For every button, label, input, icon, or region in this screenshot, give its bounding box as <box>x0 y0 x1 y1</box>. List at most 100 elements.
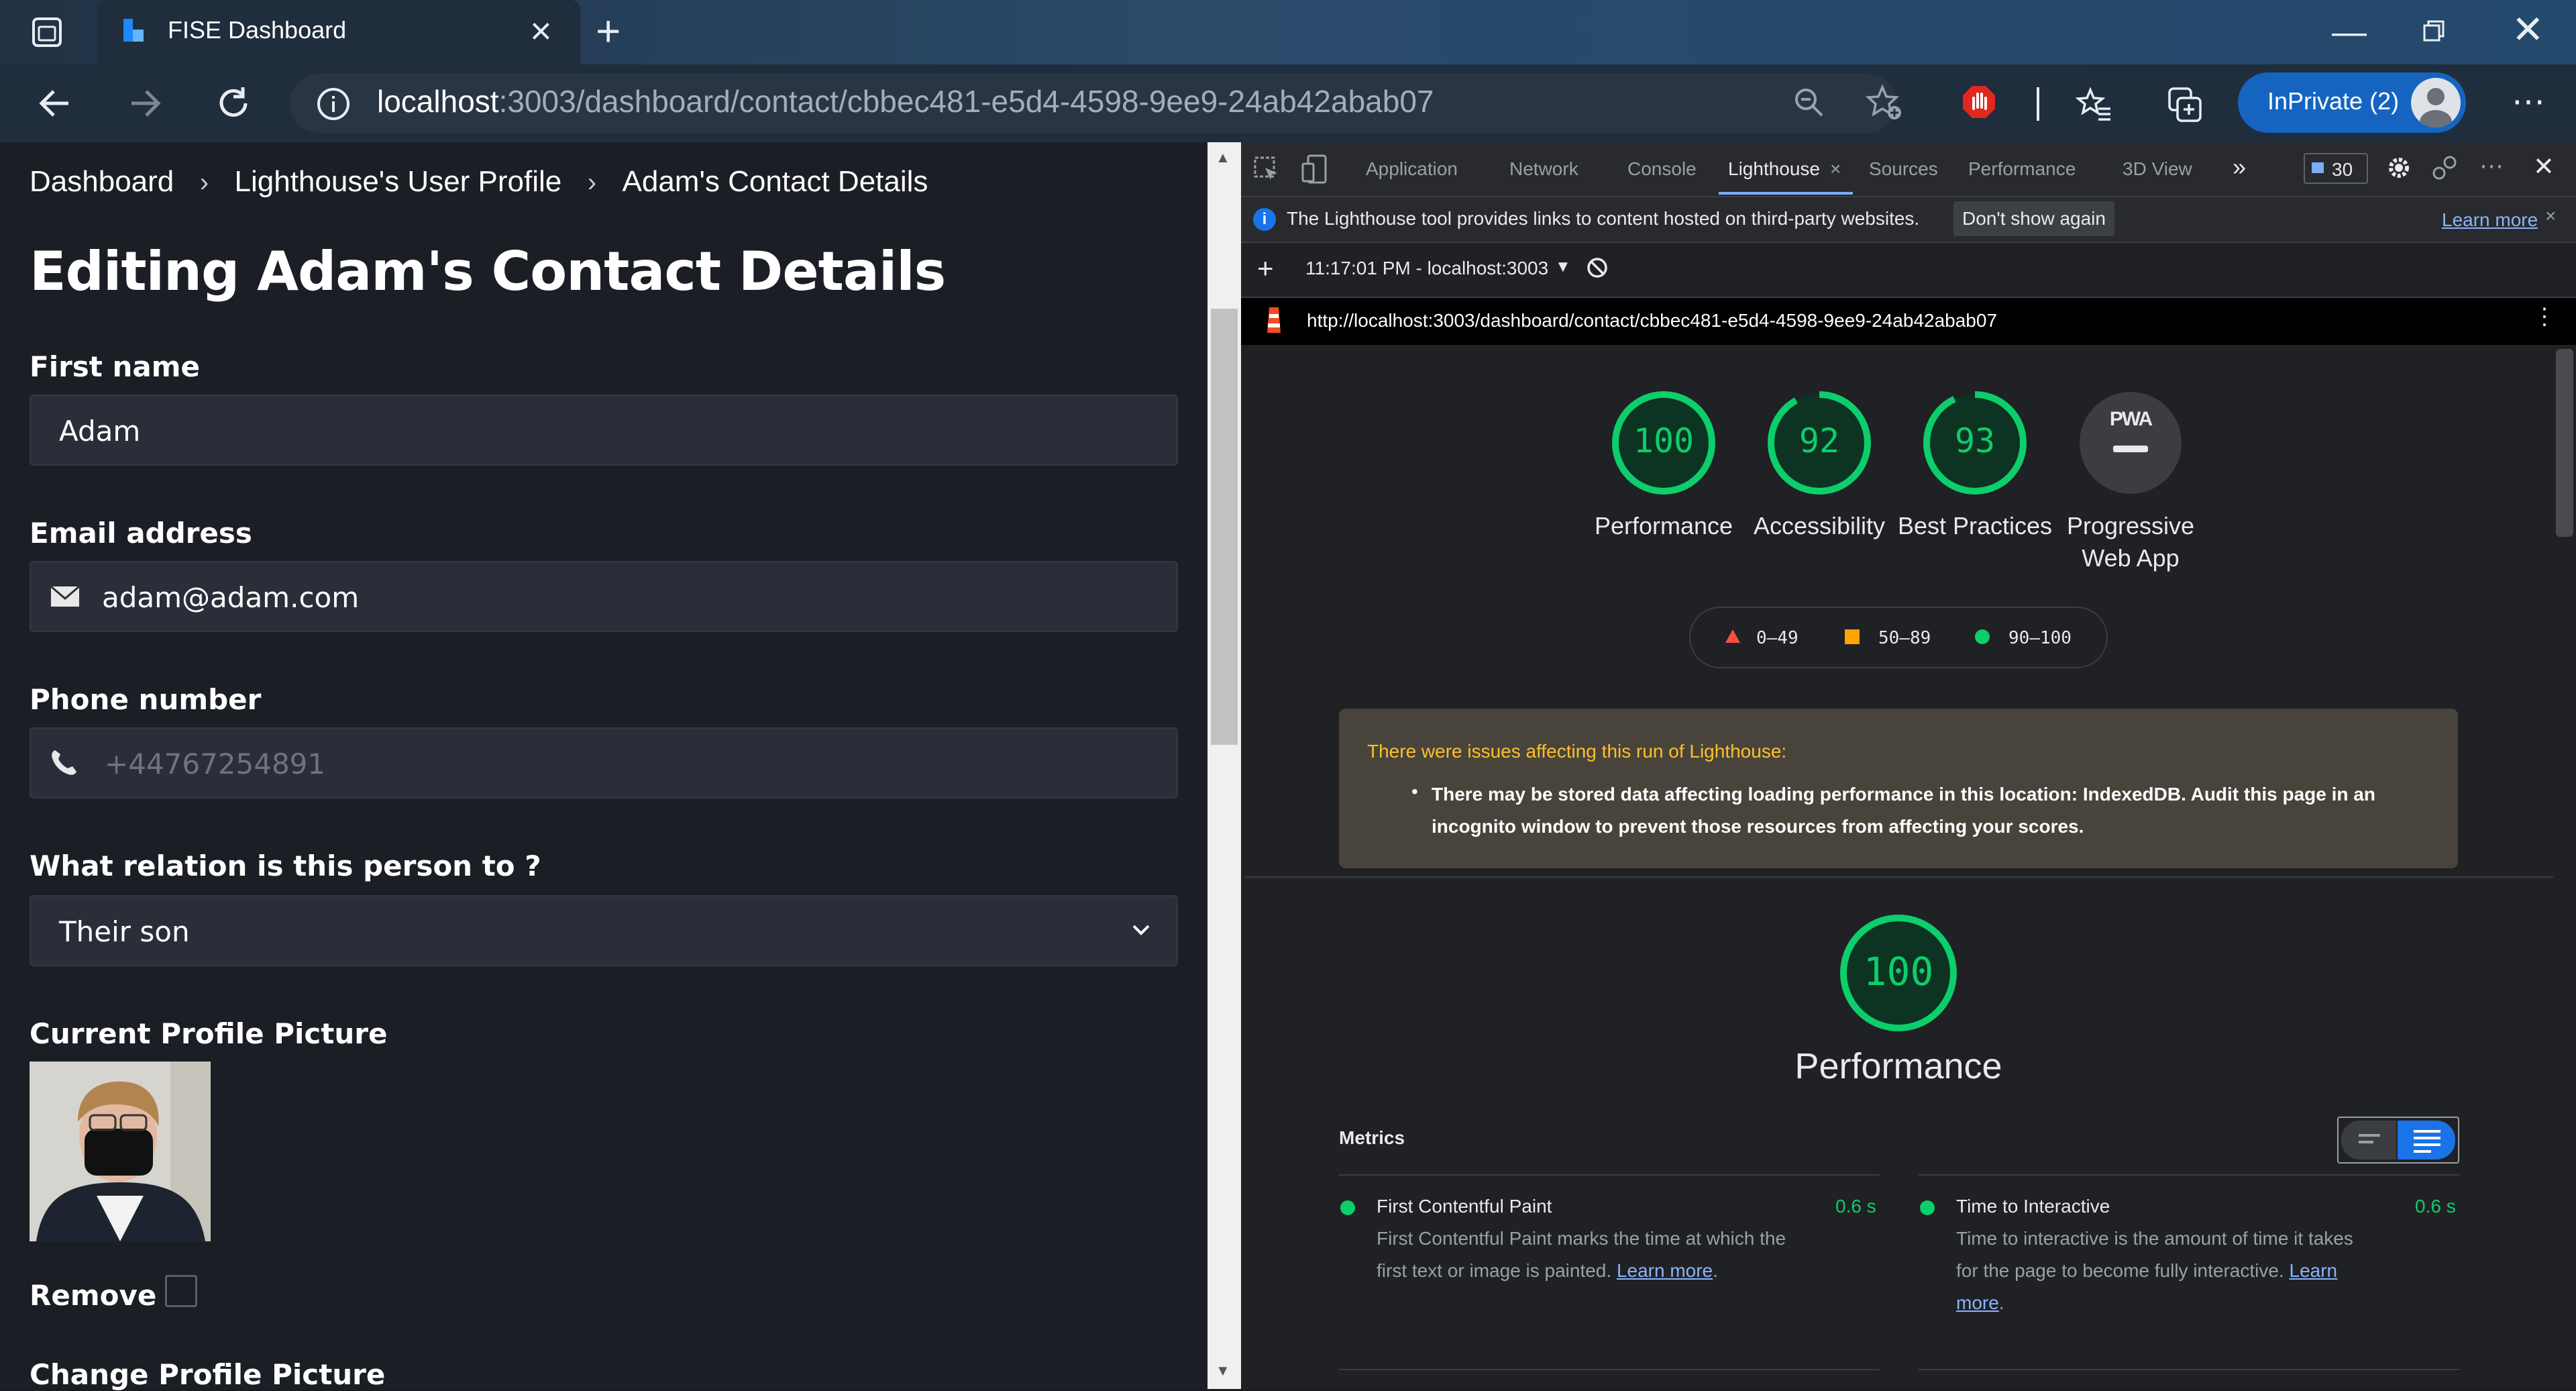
tab-3d-view[interactable]: 3D View <box>2123 158 2192 180</box>
scroll-down-arrow-icon[interactable]: ▼ <box>1216 1362 1230 1380</box>
close-window-icon[interactable]: ✕ <box>2512 11 2544 50</box>
tab-lighthouse[interactable]: Lighthouse <box>1728 158 1820 180</box>
warning-title: There were issues affecting this run of … <box>1367 741 1787 762</box>
legend-average: 50–89 <box>1878 628 1931 648</box>
tab-network[interactable]: Network <box>1509 158 1578 180</box>
pwa-badge[interactable] <box>2077 389 2184 497</box>
dropdown-arrow-icon[interactable]: ▼ <box>1555 258 1571 276</box>
dont-show-again-button[interactable]: Don't show again <box>1953 201 2114 236</box>
tab-sources[interactable]: Sources <box>1869 158 1938 180</box>
relation-select[interactable] <box>30 895 1178 966</box>
tab-performance[interactable]: Performance <box>1968 158 2076 180</box>
customize-icon[interactable] <box>2431 154 2458 185</box>
profile-avatar[interactable] <box>2411 78 2461 127</box>
minimize-icon[interactable]: — <box>2332 15 2367 50</box>
average-square-icon <box>1845 629 1860 644</box>
first-name-label: First name <box>30 350 200 383</box>
forward-icon[interactable] <box>125 83 165 127</box>
metric-fcp-description: First Contentful Paint marks the time at… <box>1377 1228 1786 1281</box>
refresh-icon[interactable] <box>213 83 254 127</box>
add-favorite-icon[interactable] <box>1865 83 1904 125</box>
performance-large-score: 100 <box>1863 949 1934 994</box>
new-tab-icon[interactable]: + <box>596 9 621 52</box>
breadcrumb-item-user-profile[interactable]: Lighthouse's User Profile <box>235 165 562 198</box>
metrics-label: Metrics <box>1339 1127 1405 1148</box>
url-path: :3003/dashboard/contact/cbbec481-e5d4-45… <box>498 84 1434 119</box>
fail-triangle-icon <box>1724 628 1741 648</box>
device-toolbar-icon[interactable] <box>1301 154 1328 187</box>
tab-title: FISE Dashboard <box>168 16 347 44</box>
compact-view-icon[interactable] <box>2341 1121 2396 1160</box>
breadcrumb-separator: › <box>199 168 209 197</box>
metric-tti-title: Time to Interactive <box>1956 1196 2110 1217</box>
remove-label: Remove <box>30 1279 157 1312</box>
legend-pass: 90–100 <box>2008 628 2072 648</box>
collections-icon[interactable] <box>2167 86 2204 127</box>
report-selector[interactable]: 11:17:01 PM - localhost:3003 <box>1305 258 1548 279</box>
email-value: adam@adam.com <box>102 581 360 614</box>
metric-tti-description: Time to interactive is the amount of tim… <box>1956 1228 2353 1313</box>
remove-checkbox[interactable] <box>165 1275 197 1307</box>
site-info-icon[interactable] <box>315 86 352 125</box>
page-scrollbar-thumb[interactable] <box>1211 309 1238 745</box>
report-menu-icon[interactable]: ⋮ <box>2533 303 2556 330</box>
more-tabs-icon[interactable]: » <box>2233 153 2246 181</box>
settings-gear-icon[interactable] <box>2385 154 2412 185</box>
performance-score: 100 <box>1633 421 1695 460</box>
close-tab-icon[interactable]: × <box>530 12 552 50</box>
metrics-divider <box>1339 1369 1880 1370</box>
extension-icon[interactable] <box>1962 85 1996 123</box>
metrics-divider <box>1339 1174 1880 1176</box>
report-url: http://localhost:3003/dashboard/contact/… <box>1307 310 1998 331</box>
first-name-value: Adam <box>59 415 141 448</box>
back-icon[interactable] <box>35 83 75 130</box>
first-name-field[interactable] <box>30 395 1178 466</box>
devtools-more-icon[interactable]: ⋯ <box>2479 152 2504 180</box>
toolbar-divider <box>2037 87 2039 121</box>
legend-fail: 0–49 <box>1756 628 1799 648</box>
tab-actions-icon[interactable] <box>30 15 64 56</box>
relation-value: Their son <box>59 915 190 948</box>
metrics-divider <box>1919 1174 2459 1176</box>
accessibility-label: Accessibility <box>1753 512 1886 539</box>
issues-badge[interactable]: 30 <box>2304 153 2368 184</box>
metric-fcp-learn-more-link[interactable]: Learn more <box>1617 1260 1713 1281</box>
zoom-icon[interactable] <box>1792 86 1826 123</box>
breadcrumb: Dashboard › Lighthouse's User Profile › … <box>30 165 928 199</box>
pass-circle-icon <box>1975 629 1990 644</box>
close-info-icon[interactable]: × <box>2545 205 2556 227</box>
new-report-icon[interactable]: + <box>1257 252 1274 285</box>
current-picture-label: Current Profile Picture <box>30 1017 388 1050</box>
tab-console[interactable]: Console <box>1627 158 1697 180</box>
metrics-view-toggle[interactable] <box>2337 1117 2459 1164</box>
info-text: The Lighthouse tool provides links to co… <box>1287 208 1920 229</box>
close-lighthouse-tab-icon[interactable]: × <box>1830 158 1841 180</box>
url-text[interactable]: localhost:3003/dashboard/contact/cbbec48… <box>377 83 1434 119</box>
performance-label: Performance <box>1594 512 1733 539</box>
devtools-scrollbar-thumb[interactable] <box>2556 349 2573 537</box>
best-practices-score: 93 <box>1954 421 1996 460</box>
page-title: Editing Adam's Contact Details <box>30 240 946 303</box>
inspect-element-icon[interactable] <box>1253 156 1280 186</box>
issues-icon <box>2312 162 2324 173</box>
url-host: localhost <box>377 84 499 119</box>
profile-picture <box>30 1062 211 1241</box>
clear-reports-icon[interactable] <box>1586 256 1609 282</box>
mail-icon <box>50 585 80 611</box>
breadcrumb-item-dashboard[interactable]: Dashboard <box>30 165 174 198</box>
close-devtools-icon[interactable]: ✕ <box>2533 152 2555 182</box>
more-menu-icon[interactable]: ⋯ <box>2512 85 2545 118</box>
phone-placeholder: +44767254891 <box>105 748 326 780</box>
favorites-icon[interactable] <box>2075 86 2113 127</box>
phone-label: Phone number <box>30 683 262 716</box>
divider <box>1245 876 2553 878</box>
scroll-up-arrow-icon[interactable]: ▲ <box>1216 149 1230 166</box>
breadcrumb-item-contact: Adam's Contact Details <box>622 165 928 198</box>
active-tab-indicator <box>1719 192 1853 195</box>
email-label: Email address <box>30 517 252 550</box>
learn-more-link[interactable]: Learn more <box>2442 209 2538 231</box>
tab-application[interactable]: Application <box>1366 158 1458 180</box>
chevron-down-icon <box>1131 923 1151 940</box>
restore-icon[interactable] <box>2422 19 2446 46</box>
expanded-view-icon[interactable] <box>2398 1121 2455 1160</box>
